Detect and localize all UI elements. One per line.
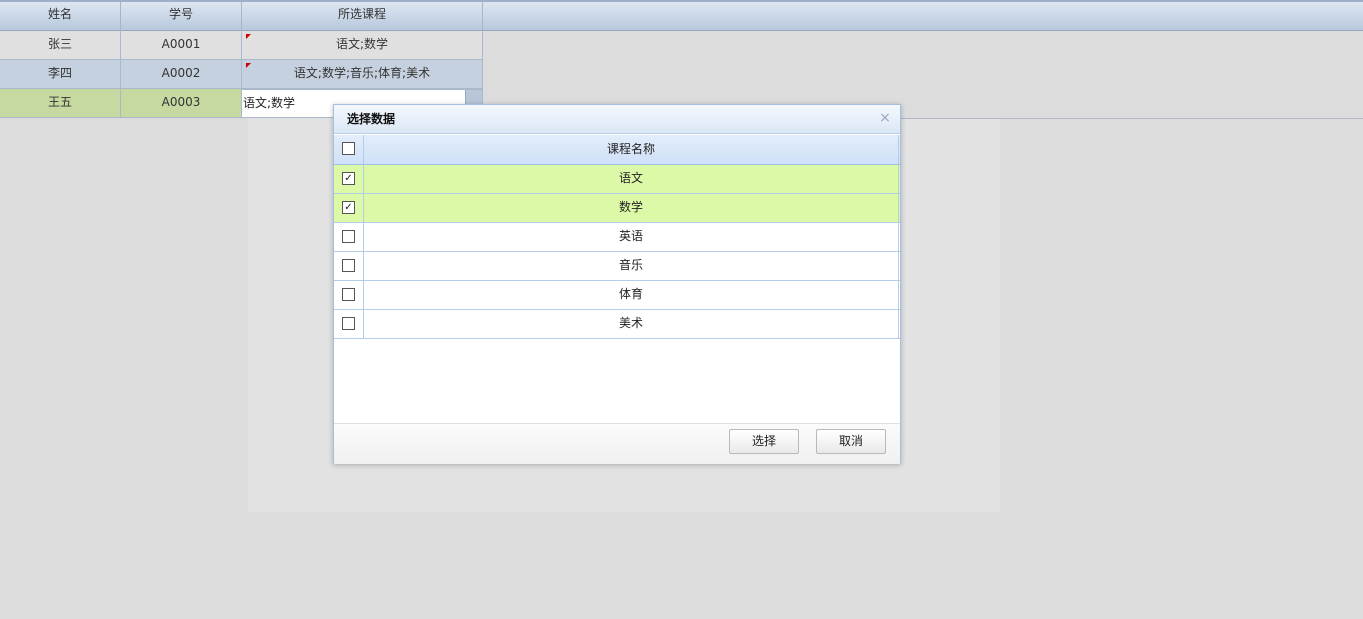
table-row[interactable]: 李四 A0002 语文;数学;音乐;体育;美术 bbox=[0, 60, 483, 89]
select-data-dialog: 选择数据 × 课程名称 ✓ 语文 ✓ 数学 英语 音乐 体育 美术 选择 取消 bbox=[333, 104, 901, 464]
cell-name[interactable]: 王五 bbox=[0, 89, 121, 118]
cell-id[interactable]: A0002 bbox=[121, 60, 242, 89]
editor-trigger-button[interactable] bbox=[465, 90, 482, 104]
column-header-course-name[interactable]: 课程名称 bbox=[364, 135, 899, 164]
course-name: 数学 bbox=[364, 194, 899, 222]
list-item[interactable]: 美术 bbox=[334, 310, 900, 339]
list-item[interactable]: 体育 bbox=[334, 281, 900, 310]
course-name: 语文 bbox=[364, 165, 899, 193]
cancel-button[interactable]: 取消 bbox=[816, 429, 886, 454]
cell-courses[interactable]: 语文;数学;音乐;体育;美术 bbox=[242, 60, 483, 89]
select-all-cell[interactable] bbox=[334, 135, 364, 164]
cell-courses-text: 语文;数学 bbox=[335, 37, 389, 51]
dialog-title: 选择数据 bbox=[347, 112, 396, 126]
list-item[interactable]: 英语 bbox=[334, 223, 900, 252]
list-item[interactable]: ✓ 数学 bbox=[334, 194, 900, 223]
dialog-title-bar[interactable]: 选择数据 × bbox=[334, 105, 900, 134]
page: 姓名 学号 所选课程 张三 A0001 语文;数学 李四 A0002 语文;数学… bbox=[0, 0, 1363, 619]
checkbox-cell[interactable]: ✓ bbox=[334, 165, 364, 193]
column-header-id[interactable]: 学号 bbox=[121, 2, 242, 31]
course-name: 英语 bbox=[364, 223, 899, 251]
cell-id[interactable]: A0003 bbox=[121, 89, 242, 118]
checkbox-cell[interactable] bbox=[334, 223, 364, 251]
dirty-marker-icon bbox=[246, 34, 251, 39]
cell-id[interactable]: A0001 bbox=[121, 31, 242, 60]
cell-name[interactable]: 李四 bbox=[0, 60, 121, 89]
checkbox-cell[interactable] bbox=[334, 310, 364, 338]
cell-courses[interactable]: 语文;数学 bbox=[242, 31, 483, 60]
course-name: 美术 bbox=[364, 310, 899, 338]
checkbox-checked[interactable]: ✓ bbox=[342, 172, 355, 185]
checkbox-cell[interactable] bbox=[334, 281, 364, 309]
table-row[interactable]: 张三 A0001 语文;数学 bbox=[0, 31, 483, 60]
checkbox[interactable] bbox=[342, 317, 355, 330]
cell-name[interactable]: 张三 bbox=[0, 31, 121, 60]
checkbox[interactable] bbox=[342, 288, 355, 301]
dirty-marker-icon bbox=[246, 63, 251, 68]
select-button[interactable]: 选择 bbox=[729, 429, 799, 454]
course-name: 体育 bbox=[364, 281, 899, 309]
course-table-header: 课程名称 bbox=[334, 135, 900, 165]
select-all-checkbox[interactable] bbox=[342, 142, 355, 155]
column-header-courses[interactable]: 所选课程 bbox=[242, 2, 483, 31]
checkbox-cell[interactable] bbox=[334, 252, 364, 280]
grid-header: 姓名 学号 所选课程 bbox=[0, 0, 1363, 31]
checkbox[interactable] bbox=[342, 259, 355, 272]
checkbox[interactable] bbox=[342, 230, 355, 243]
dialog-footer: 选择 取消 bbox=[334, 423, 900, 464]
checkbox-checked[interactable]: ✓ bbox=[342, 201, 355, 214]
list-item[interactable]: 音乐 bbox=[334, 252, 900, 281]
course-name: 音乐 bbox=[364, 252, 899, 280]
cell-courses-text: 语文;数学;音乐;体育;美术 bbox=[293, 66, 431, 80]
list-item[interactable]: ✓ 语文 bbox=[334, 165, 900, 194]
close-icon[interactable]: × bbox=[878, 109, 892, 127]
checkbox-cell[interactable]: ✓ bbox=[334, 194, 364, 222]
column-header-name[interactable]: 姓名 bbox=[0, 2, 121, 31]
